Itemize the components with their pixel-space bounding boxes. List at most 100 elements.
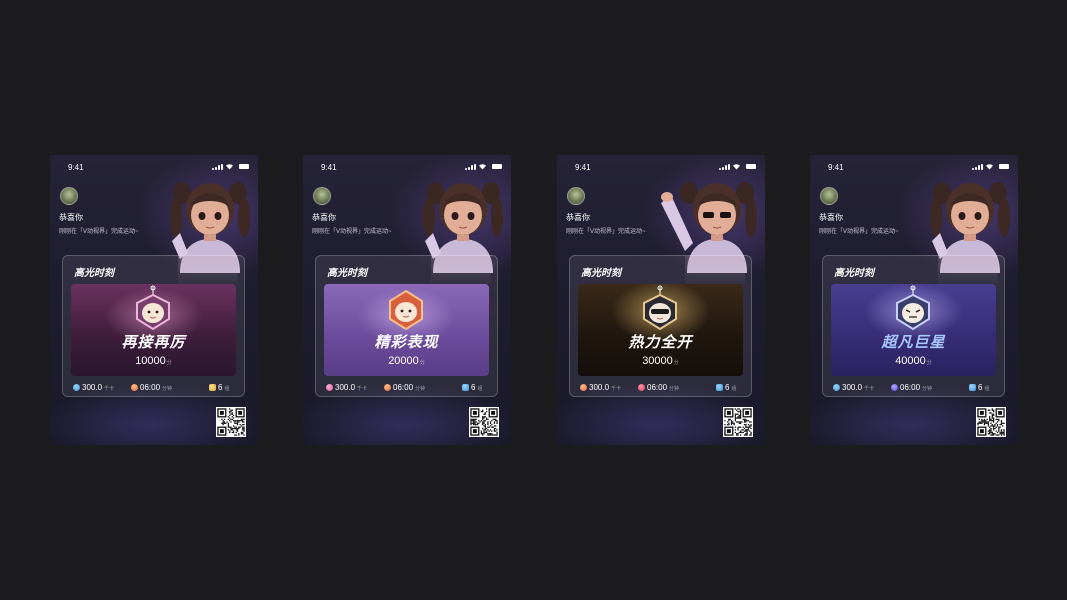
greeting: 恭喜你 [59, 213, 83, 222]
stat-sets: 6组 [969, 383, 989, 392]
avatar[interactable] [567, 187, 585, 205]
star-trophy-icon [209, 384, 216, 391]
greeting: 恭喜你 [312, 213, 336, 222]
mascot-badge-icon [136, 285, 170, 331]
stat-sets-unit: 组 [984, 386, 990, 392]
achievement-title: 热力全开 [628, 334, 693, 351]
stat-sets: 6组 [209, 383, 229, 392]
avatar[interactable] [60, 187, 78, 205]
timer-orb-icon [384, 384, 391, 391]
battery-icon [999, 164, 1009, 169]
timer-orb-icon [891, 384, 898, 391]
achievement-banner[interactable]: 再接再厉 10000分 [71, 284, 236, 376]
highlight-panel: 高光时刻 热力全开 30000分 300.0 千卡 06:00 分钟 6组 [569, 255, 752, 397]
stat-calories-unit: 千卡 [864, 386, 875, 392]
score: 40000分 [831, 351, 996, 369]
stat-duration-value: 06:00 [140, 383, 161, 392]
share-card-4: 9:41 恭喜你 刚刚在「V动视界」完成运动~ 高光时刻 超凡巨星 40000分… [810, 155, 1018, 445]
stat-sets-unit: 组 [224, 386, 230, 392]
battery-icon [492, 164, 502, 169]
star-trophy-icon [462, 384, 469, 391]
stat-duration: 06:00 分钟 [131, 383, 172, 392]
stats-row: 300.0 千卡 06:00 分钟 6组 [326, 383, 491, 395]
stat-sets-unit: 组 [477, 386, 483, 392]
stats-row: 300.0 千卡 06:00 分钟 6组 [73, 383, 238, 395]
stat-calories-value: 300.0 [335, 383, 356, 392]
flame-drop-icon [580, 384, 587, 391]
achievement-banner[interactable]: 精彩表现 20000分 [324, 284, 489, 376]
achievement-title: 超凡巨星 [881, 334, 946, 351]
flame-drop-icon [73, 384, 80, 391]
score: 20000分 [324, 351, 489, 369]
subtitle: 刚刚在「V动视界」完成运动~ [59, 229, 139, 235]
greeting: 恭喜你 [819, 213, 843, 222]
stat-duration: 06:00 分钟 [384, 383, 425, 392]
stats-row: 300.0 千卡 06:00 分钟 6组 [833, 383, 998, 395]
avatar[interactable] [820, 187, 838, 205]
score-value: 30000 [642, 355, 673, 367]
signal-icon [719, 164, 730, 170]
qr-code-icon[interactable] [976, 407, 1006, 437]
stat-duration: 06:00 分钟 [638, 383, 679, 392]
star-trophy-icon [716, 384, 723, 391]
status-time: 9:41 [575, 163, 591, 172]
stat-duration-unit: 分钟 [669, 386, 680, 392]
signal-icon [972, 164, 983, 170]
achievement-title: 再接再厉 [121, 334, 186, 351]
stat-calories: 300.0 千卡 [833, 383, 874, 392]
highlight-panel: 高光时刻 精彩表现 20000分 300.0 千卡 06:00 分钟 6组 [315, 255, 498, 397]
highlight-panel: 高光时刻 再接再厉 10000分 300.0 千卡 06:00 分钟 6组 [62, 255, 245, 397]
stat-sets-value: 6 [978, 383, 983, 392]
mascot-badge-icon [896, 285, 930, 331]
panel-glow [938, 256, 998, 284]
stat-calories-value: 300.0 [82, 383, 103, 392]
stat-sets: 6组 [462, 383, 482, 392]
qr-code-icon[interactable] [469, 407, 499, 437]
achievement-banner[interactable]: 超凡巨星 40000分 [831, 284, 996, 376]
wifi-icon [986, 164, 993, 170]
panel-glow [178, 256, 238, 284]
stat-sets-value: 6 [725, 383, 730, 392]
stat-duration-value: 06:00 [647, 383, 668, 392]
stat-calories: 300.0 千卡 [326, 383, 367, 392]
stat-sets-unit: 组 [731, 386, 737, 392]
share-card-1: 9:41 恭喜你 刚刚在「V动视界」完成运动~ 高光时刻 再接再厉 10000分… [50, 155, 258, 445]
panel-title: 高光时刻 [74, 268, 114, 279]
panel-title: 高光时刻 [327, 268, 367, 279]
wifi-icon [733, 164, 740, 170]
stat-duration-unit: 分钟 [162, 386, 173, 392]
qr-code-icon[interactable] [723, 407, 753, 437]
battery-icon [746, 164, 756, 169]
score-value: 20000 [388, 355, 419, 367]
stat-calories: 300.0 千卡 [580, 383, 621, 392]
qr-code-icon[interactable] [216, 407, 246, 437]
stat-duration-value: 06:00 [900, 383, 921, 392]
signal-icon [465, 164, 476, 170]
score: 30000分 [578, 351, 743, 369]
avatar[interactable] [313, 187, 331, 205]
subtitle: 刚刚在「V动视界」完成运动~ [819, 229, 899, 235]
achievement-banner[interactable]: 热力全开 30000分 [578, 284, 743, 376]
signal-icon [212, 164, 223, 170]
flame-drop-icon [833, 384, 840, 391]
wifi-icon [479, 164, 486, 170]
status-time: 9:41 [321, 163, 337, 172]
timer-orb-icon [131, 384, 138, 391]
greeting: 恭喜你 [566, 213, 590, 222]
score-unit: 分 [166, 360, 172, 366]
wifi-icon [226, 164, 233, 170]
panel-title: 高光时刻 [581, 268, 621, 279]
status-time: 9:41 [68, 163, 84, 172]
stat-calories-unit: 千卡 [357, 386, 368, 392]
subtitle: 刚刚在「V动视界」完成运动~ [312, 229, 392, 235]
star-trophy-icon [969, 384, 976, 391]
stat-calories: 300.0 千卡 [73, 383, 114, 392]
mascot-badge-icon [643, 285, 677, 331]
mascot-badge-icon [389, 289, 423, 331]
stat-sets-value: 6 [218, 383, 223, 392]
score-unit: 分 [673, 360, 679, 366]
subtitle: 刚刚在「V动视界」完成运动~ [566, 229, 646, 235]
stat-duration: 06:00 分钟 [891, 383, 932, 392]
stat-calories-unit: 千卡 [611, 386, 622, 392]
score: 10000分 [71, 351, 236, 369]
